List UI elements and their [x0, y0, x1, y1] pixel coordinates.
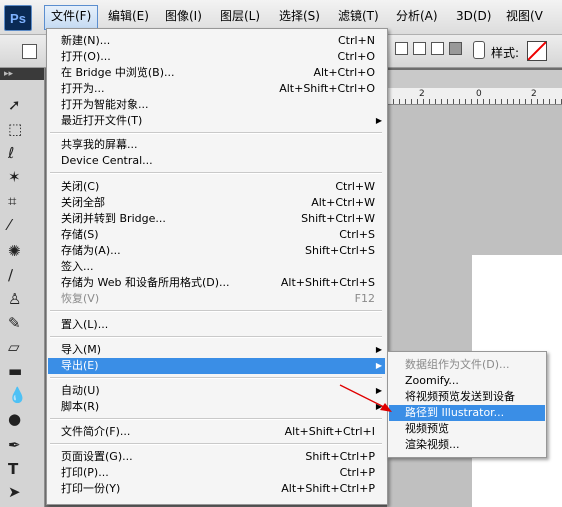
menu-item-revert: 恢复(V) F12 — [61, 292, 375, 305]
menu-item-import[interactable]: 导入(M) ▶ — [48, 342, 385, 358]
style-label: 样式: — [491, 46, 520, 60]
submenu-item-render-video[interactable]: 渲染视频... — [389, 437, 545, 453]
menu-filter[interactable]: 滤镜(T) — [332, 5, 385, 28]
marquee-tool-icon[interactable]: ⬚ — [8, 118, 36, 140]
menu-separator — [50, 172, 382, 174]
type-tool-icon[interactable]: T — [8, 458, 36, 480]
toolbox: ▸▸ ➚ ⬚ ℓ ✶ ⌗ ⁄ ✺ ∕ ♙ ✎ ▱ ▬ 💧 ● ✒ T ➤ — [0, 68, 45, 507]
submenu-arrow-icon: ▶ — [375, 345, 382, 354]
menu-analysis[interactable]: 分析(A) — [390, 5, 444, 28]
ruler-tick-label: 2 — [419, 89, 425, 99]
file-menu-dropdown: 新建(N)... Ctrl+N 打开(O)... Ctrl+O 在 Bridge 中… — [46, 28, 388, 505]
menu-item-close-all[interactable]: 关闭全部 Alt+Ctrl+W — [48, 195, 385, 211]
menu-item-browse-bridge[interactable]: 在 Bridge 中浏览(B)... Alt+Ctrl+O — [48, 65, 385, 81]
menu-image[interactable]: 图像(I) — [159, 5, 208, 28]
menu-item-share-screen[interactable]: 共享我的屏幕... — [48, 137, 385, 153]
submenu-arrow-icon: ▶ — [375, 116, 382, 125]
history-brush-tool-icon[interactable]: ✎ — [8, 312, 36, 334]
menu-item-new[interactable]: 新建(N)... Ctrl+N — [48, 33, 385, 49]
menu-item-open-as[interactable]: 打开为... Alt+Shift+Ctrl+O — [48, 81, 385, 97]
menu-item-export[interactable]: 导出(E) ▶ — [48, 358, 385, 374]
pen-tool-icon[interactable]: ✒ — [8, 434, 36, 456]
submenu-item-zoomify[interactable]: Zoomify... — [389, 373, 545, 389]
submenu-item-paths-to-illustrator[interactable]: 路径到 Illustrator... — [389, 405, 545, 421]
menu-separator — [50, 132, 382, 134]
menu-item-open[interactable]: 打开(O)... Ctrl+O — [48, 49, 385, 65]
ruler-tick-label: 2 — [531, 89, 537, 99]
menu-separator — [50, 336, 382, 338]
menu-item-recent-files[interactable]: 最近打开文件(T) ▶ — [48, 113, 385, 129]
menu-layer[interactable]: 图层(L) — [214, 5, 266, 28]
menu-item-open-smart-object[interactable]: 打开为智能对象... — [48, 97, 385, 113]
annotation-arrow-icon — [339, 384, 392, 412]
gradient-tool-icon[interactable]: ▬ — [8, 360, 36, 382]
dodge-tool-icon[interactable]: ● — [8, 408, 36, 430]
export-submenu: 数据组作为文件(D)... Zoomify... 将视频预览发送到设备 路径到 … — [387, 351, 547, 458]
add-to-path-icon[interactable] — [395, 42, 408, 55]
menu-select[interactable]: 选择(S) — [273, 5, 326, 28]
menu-item-save[interactable]: 存储(S) Ctrl+S — [48, 227, 385, 243]
eyedropper-tool-icon[interactable]: ⁄ — [8, 214, 36, 236]
menu-item-save-as[interactable]: 存储为(A)... Shift+Ctrl+S — [48, 243, 385, 259]
ruler-tick-label: 0 — [476, 89, 482, 99]
path-selection-tool-icon[interactable]: ➤ — [8, 481, 36, 503]
toolbox-collapse-icon[interactable]: ▸▸ — [0, 68, 44, 80]
document-tab[interactable] — [387, 70, 562, 89]
menu-item-close[interactable]: 关闭(C) Ctrl+W — [48, 179, 385, 195]
healing-brush-tool-icon[interactable]: ✺ — [8, 240, 36, 262]
lasso-tool-icon[interactable]: ℓ — [8, 142, 36, 164]
eraser-tool-icon[interactable]: ▱ — [8, 336, 36, 358]
menu-file[interactable]: 文件(F) — [44, 5, 99, 30]
menu-item-place[interactable]: 置入(L)... — [48, 317, 385, 333]
style-swatch[interactable] — [527, 41, 547, 61]
menu-edit[interactable]: 编辑(E) — [102, 5, 155, 28]
menu-item-close-go-bridge[interactable]: 关闭并转到 Bridge... Shift+Ctrl+W — [48, 211, 385, 227]
menu-item-print-one-copy[interactable]: 打印一份(Y) Alt+Shift+Ctrl+P — [48, 481, 385, 497]
blur-tool-icon[interactable]: 💧 — [8, 384, 36, 406]
tool-preset-icon[interactable] — [22, 44, 37, 59]
menu-item-save-for-web[interactable]: 存储为 Web 和设备所用格式(D)... Alt+Shift+Ctrl+S — [48, 275, 385, 291]
move-tool-icon[interactable]: ➚ — [8, 94, 36, 116]
submenu-item-send-video-preview[interactable]: 将视频预览发送到设备 — [389, 389, 545, 405]
subtract-path-icon[interactable] — [413, 42, 426, 55]
menu-item-print[interactable]: 打印(P)... Ctrl+P — [48, 465, 385, 481]
brush-tool-icon[interactable]: ∕ — [8, 264, 36, 286]
menu-item-file-info[interactable]: 文件简介(F)... Alt+Shift+Ctrl+I — [48, 424, 385, 440]
menu-item-check-in[interactable]: 签入... — [48, 259, 385, 275]
menu-item-device-central[interactable]: Device Central... — [48, 153, 385, 169]
menu-3d[interactable]: 3D(D) — [450, 5, 497, 28]
link-icon[interactable] — [473, 41, 485, 59]
exclude-path-icon[interactable] — [449, 42, 462, 55]
menu-separator — [50, 418, 382, 420]
photoshop-logo-icon: Ps — [4, 5, 32, 31]
submenu-arrow-icon: ▶ — [375, 361, 382, 370]
menu-separator — [50, 377, 382, 379]
menu-view[interactable]: 视图(V — [500, 5, 549, 28]
menu-item-page-setup[interactable]: 页面设置(G)... Shift+Ctrl+P — [48, 449, 385, 465]
menu-item-automate[interactable]: 自动(U) ▶ — [48, 383, 385, 399]
clone-stamp-tool-icon[interactable]: ♙ — [8, 288, 36, 310]
crop-tool-icon[interactable]: ⌗ — [8, 190, 36, 212]
menu-separator — [50, 443, 382, 445]
magic-wand-tool-icon[interactable]: ✶ — [8, 166, 36, 188]
menu-separator — [50, 310, 382, 312]
menu-item-scripts[interactable]: 脚本(R) ▶ — [48, 399, 385, 415]
intersect-path-icon[interactable] — [431, 42, 444, 55]
submenu-item-video-preview[interactable]: 视频预览 — [389, 421, 545, 437]
submenu-item-data-sets: 数据组作为文件(D)... — [405, 358, 510, 371]
